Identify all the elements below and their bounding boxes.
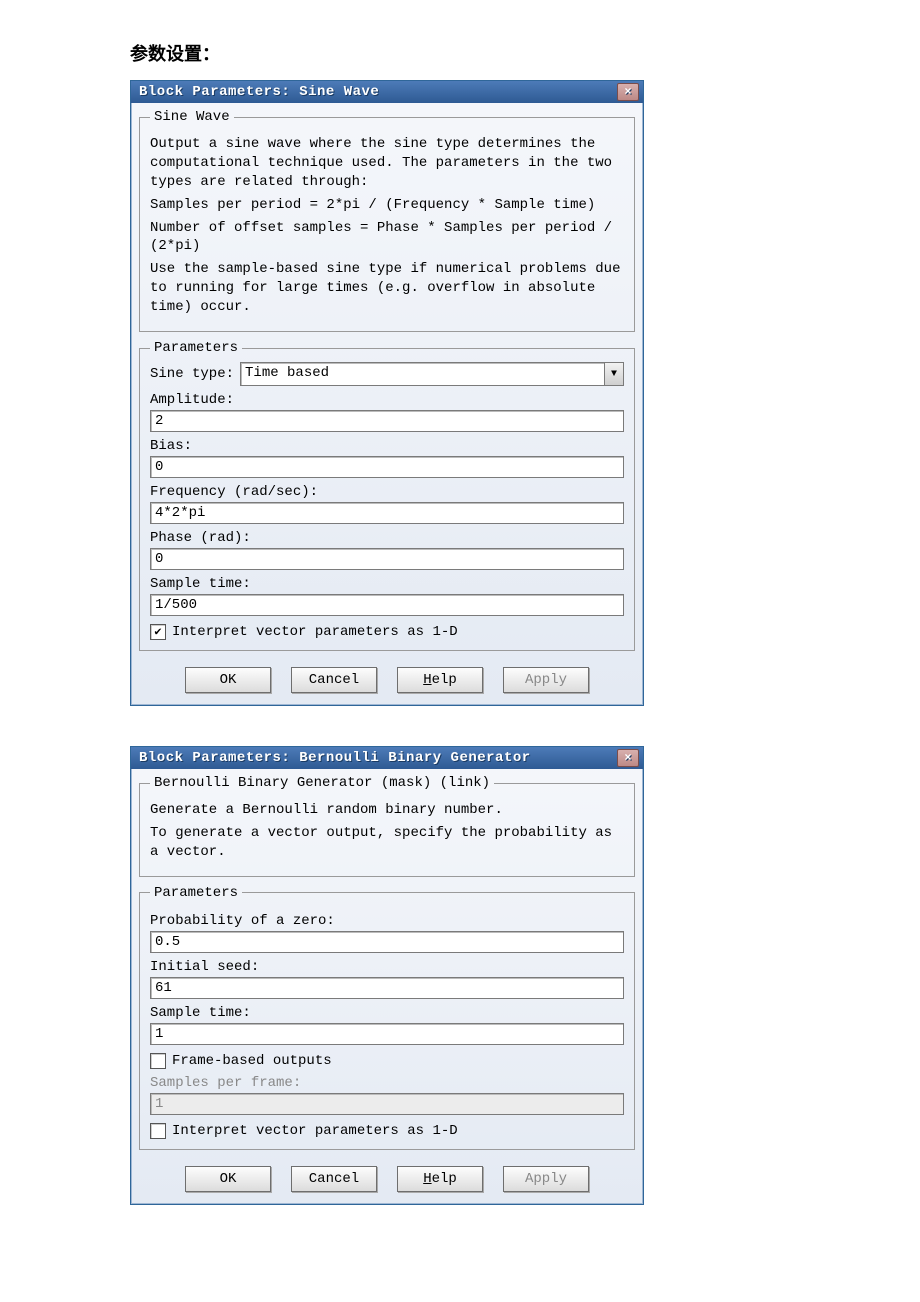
phase-input[interactable] (150, 548, 624, 570)
frequency-input[interactable] (150, 502, 624, 524)
help-mnemonic: H (423, 1171, 431, 1187)
close-icon[interactable]: × (617, 83, 639, 101)
cancel-button[interactable]: Cancel (291, 667, 377, 693)
samples-per-frame-input (150, 1093, 624, 1115)
frame-based-checkbox[interactable] (150, 1053, 166, 1069)
help-button[interactable]: Help (397, 667, 483, 693)
sine-type-label: Sine type: (150, 366, 234, 382)
prob-zero-input[interactable] (150, 931, 624, 953)
sample-time-input[interactable] (150, 594, 624, 616)
frequency-label: Frequency (rad/sec): (150, 484, 624, 500)
titlebar[interactable]: Block Parameters: Bernoulli Binary Gener… (131, 747, 643, 769)
bias-label: Bias: (150, 438, 624, 454)
bias-input[interactable] (150, 456, 624, 478)
initial-seed-input[interactable] (150, 977, 624, 999)
chevron-down-icon[interactable]: ▼ (604, 363, 623, 385)
prob-zero-label: Probability of a zero: (150, 913, 624, 929)
description-group: Bernoulli Binary Generator (mask) (link)… (139, 775, 635, 877)
description-legend: Bernoulli Binary Generator (mask) (link) (150, 775, 494, 791)
help-mnemonic: H (423, 672, 431, 688)
parameters-legend: Parameters (150, 340, 242, 356)
desc-line: To generate a vector output, specify the… (150, 824, 624, 862)
help-button[interactable]: Help (397, 1166, 483, 1192)
titlebar-text: Block Parameters: Sine Wave (139, 84, 617, 100)
desc-line: Samples per period = 2*pi / (Frequency *… (150, 196, 624, 215)
sample-time-input[interactable] (150, 1023, 624, 1045)
frame-based-label: Frame-based outputs (172, 1053, 332, 1069)
sample-time-label: Sample time: (150, 576, 624, 592)
description-legend: Sine Wave (150, 109, 234, 125)
apply-button[interactable]: Apply (503, 1166, 589, 1192)
help-rest: elp (432, 672, 457, 688)
interpret-1d-label: Interpret vector parameters as 1-D (172, 624, 458, 640)
parameters-group: Parameters Probability of a zero: Initia… (139, 885, 635, 1150)
interpret-1d-checkbox[interactable]: ✔ (150, 624, 166, 640)
titlebar[interactable]: Block Parameters: Sine Wave × (131, 81, 643, 103)
amplitude-label: Amplitude: (150, 392, 624, 408)
ok-button[interactable]: OK (185, 1166, 271, 1192)
desc-line: Generate a Bernoulli random binary numbe… (150, 801, 624, 820)
interpret-1d-label: Interpret vector parameters as 1-D (172, 1123, 458, 1139)
sine-wave-dialog: Block Parameters: Sine Wave × Sine Wave … (130, 80, 644, 706)
button-row: OK Cancel Help Apply (139, 1158, 635, 1194)
desc-line: Use the sample-based sine type if numeri… (150, 260, 624, 317)
close-icon[interactable]: × (617, 749, 639, 767)
help-rest: elp (432, 1171, 457, 1187)
samples-per-frame-label: Samples per frame: (150, 1075, 624, 1091)
bernoulli-dialog: Block Parameters: Bernoulli Binary Gener… (130, 746, 644, 1205)
page-title: 参数设置： (130, 40, 870, 66)
ok-button[interactable]: OK (185, 667, 271, 693)
phase-label: Phase (rad): (150, 530, 624, 546)
parameters-group: Parameters Sine type: Time based ▼ Ampli… (139, 340, 635, 651)
description-group: Sine Wave Output a sine wave where the s… (139, 109, 635, 332)
amplitude-input[interactable] (150, 410, 624, 432)
sample-time-label: Sample time: (150, 1005, 624, 1021)
parameters-legend: Parameters (150, 885, 242, 901)
titlebar-text: Block Parameters: Bernoulli Binary Gener… (139, 750, 617, 766)
desc-line: Output a sine wave where the sine type d… (150, 135, 624, 192)
interpret-1d-checkbox[interactable] (150, 1123, 166, 1139)
button-row: OK Cancel Help Apply (139, 659, 635, 695)
sine-type-select[interactable]: Time based ▼ (240, 362, 624, 386)
sine-type-value: Time based (241, 363, 604, 385)
initial-seed-label: Initial seed: (150, 959, 624, 975)
apply-button[interactable]: Apply (503, 667, 589, 693)
cancel-button[interactable]: Cancel (291, 1166, 377, 1192)
desc-line: Number of offset samples = Phase * Sampl… (150, 219, 624, 257)
